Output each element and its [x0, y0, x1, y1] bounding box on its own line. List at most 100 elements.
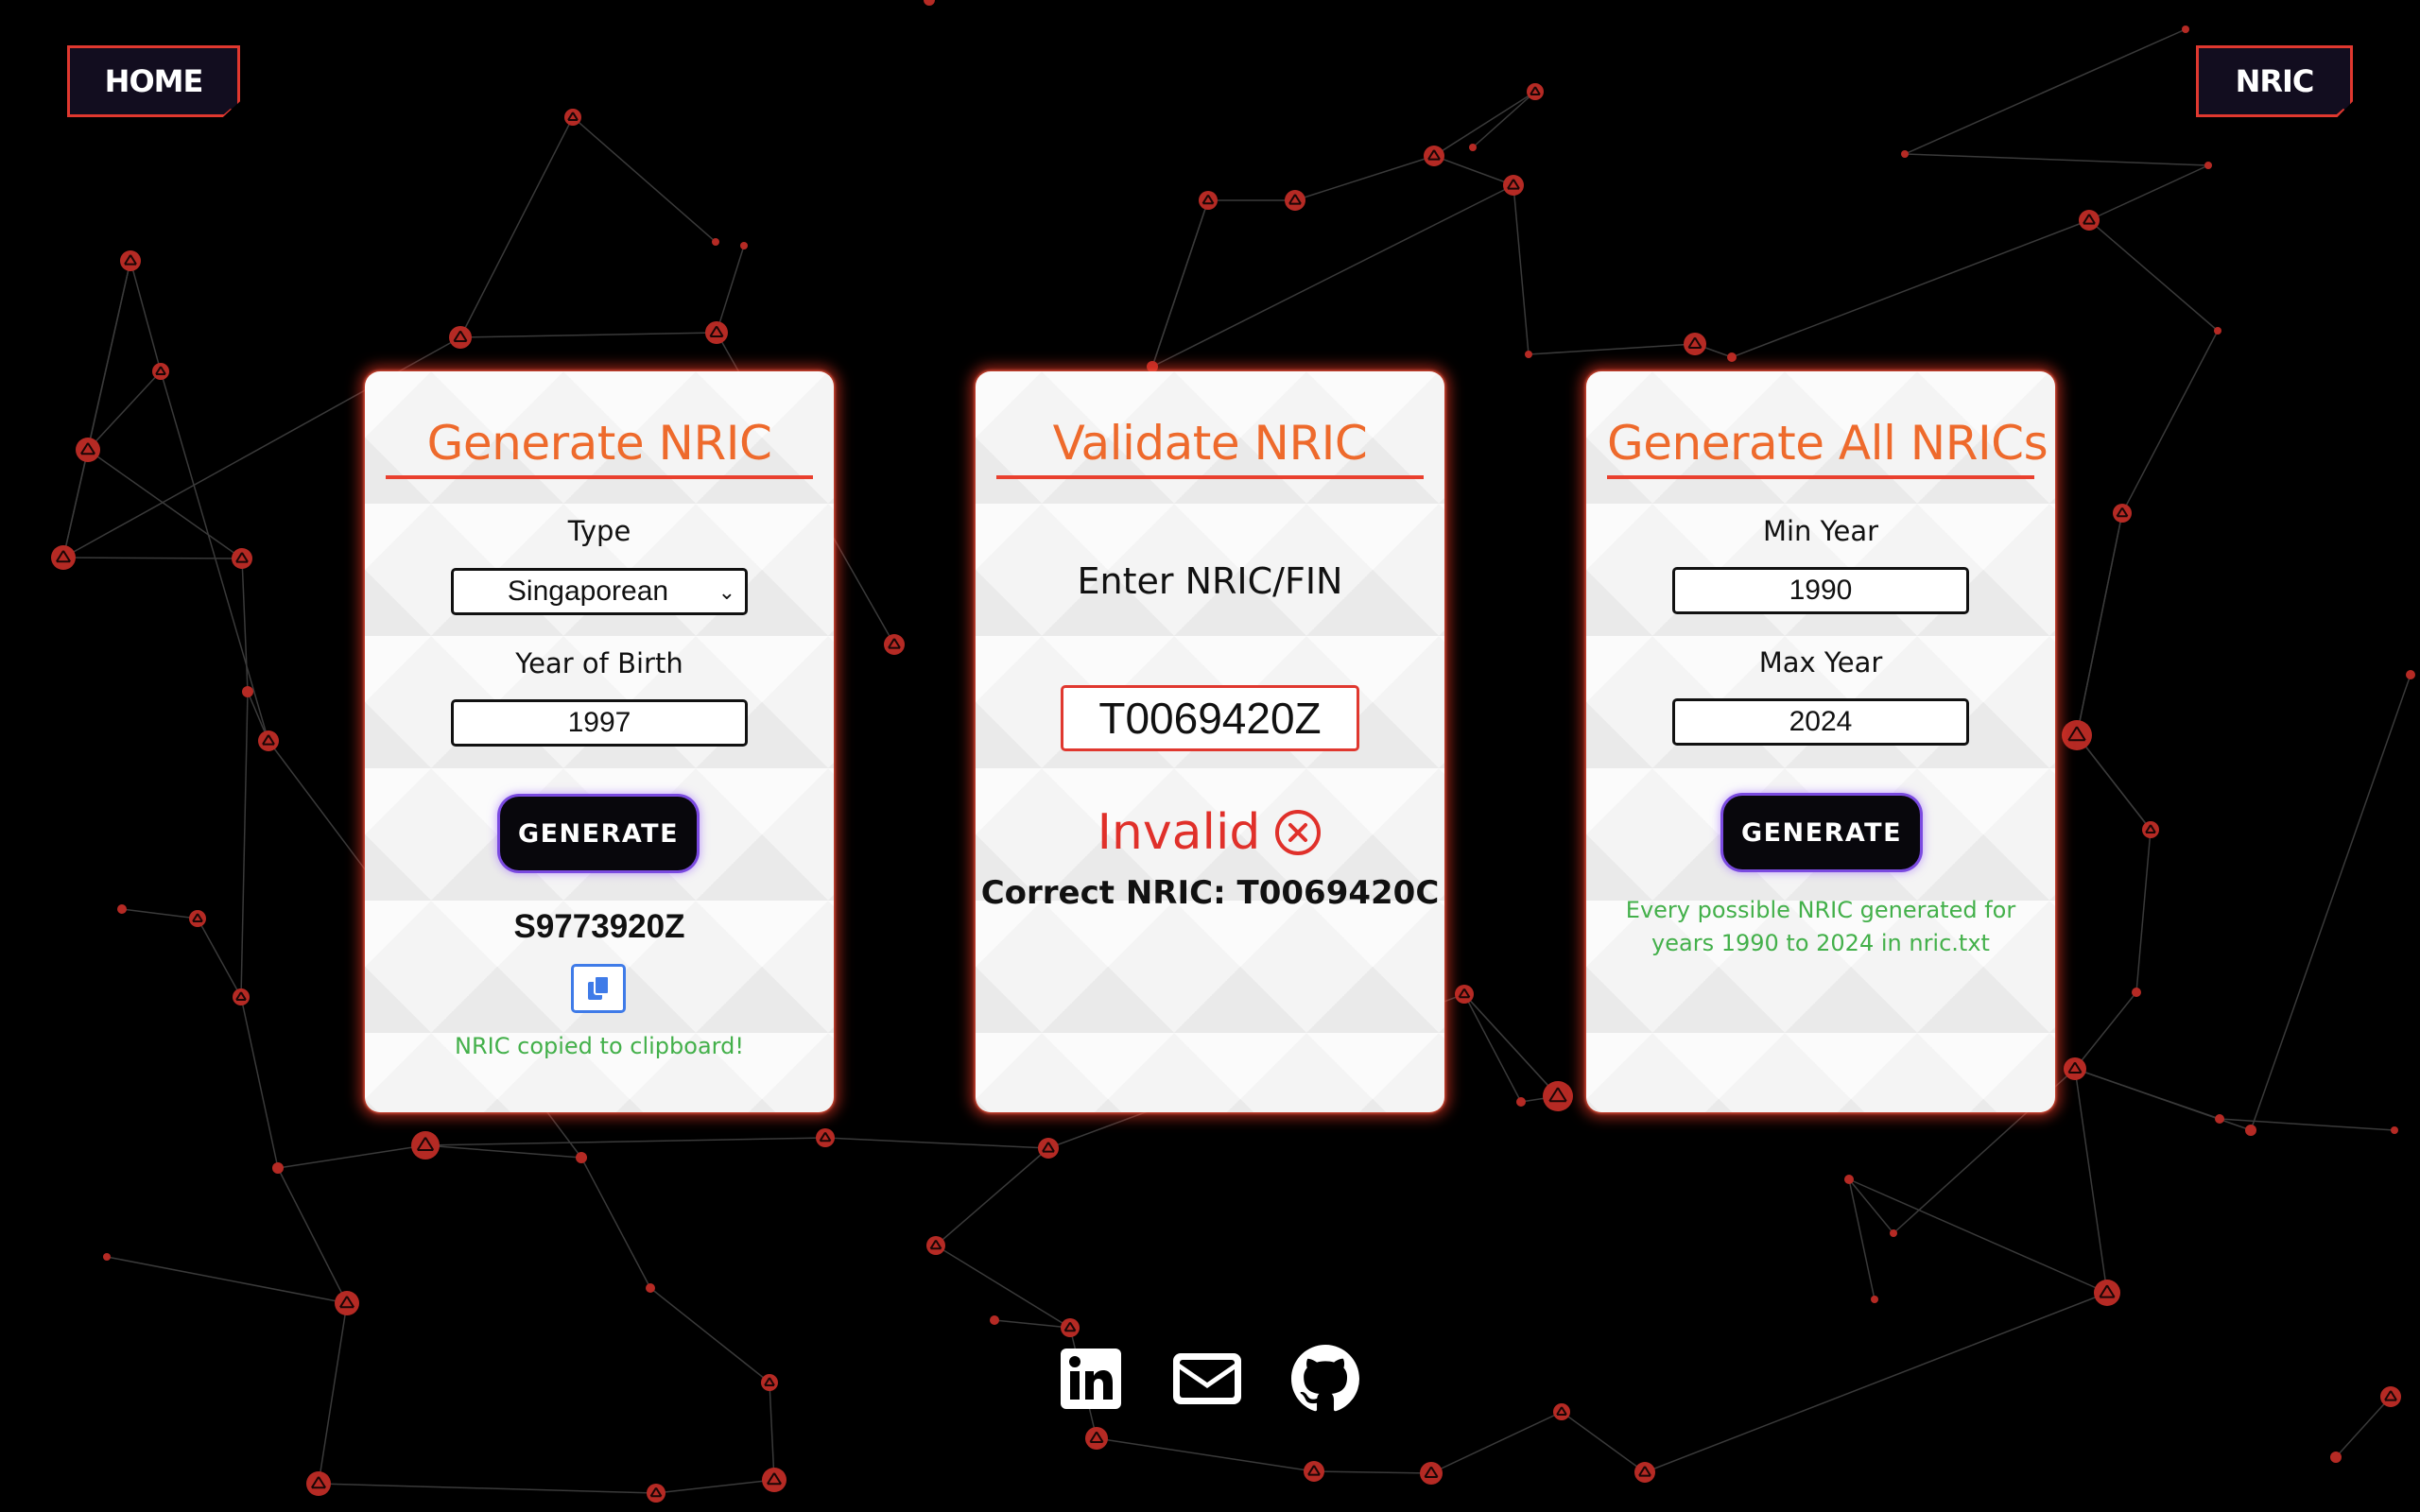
network-link	[2074, 991, 2137, 1070]
generate-nric-card: Generate NRIC Type Singaporean ⌄ Year of…	[365, 371, 834, 1112]
network-link	[1904, 28, 2187, 155]
network-node	[1901, 150, 1909, 158]
network-node	[2079, 210, 2100, 231]
network-node	[564, 109, 581, 126]
network-node	[576, 1152, 587, 1163]
network-node	[1727, 352, 1737, 362]
home-button[interactable]: HOME	[67, 45, 240, 117]
nric-fin-input[interactable]: T0069420Z	[1061, 685, 1359, 751]
network-node	[2245, 1125, 2256, 1136]
linkedin-icon	[1061, 1349, 1121, 1409]
network-link	[318, 1302, 348, 1485]
network-node	[1871, 1296, 1878, 1303]
network-node	[335, 1291, 359, 1315]
max-year-label: Max Year	[1758, 646, 1883, 679]
network-node	[2113, 504, 2132, 523]
type-select-value: Singaporean	[507, 576, 669, 607]
network-node	[1061, 1318, 1080, 1337]
close-circle-icon	[1275, 810, 1322, 855]
mail-icon	[1173, 1353, 1241, 1404]
network-link	[424, 1144, 582, 1159]
generate-button[interactable]: GENERATE	[500, 797, 697, 870]
network-node	[2391, 1126, 2398, 1134]
network-link	[1848, 1178, 1894, 1234]
network-link	[240, 996, 279, 1169]
max-year-input[interactable]: 2024	[1672, 698, 1969, 746]
network-link	[2335, 1396, 2392, 1458]
validate-nric-title: Validate NRIC	[996, 411, 1424, 479]
network-link	[121, 908, 199, 919]
nric-button[interactable]: NRIC	[2196, 45, 2353, 117]
network-node	[1516, 1097, 1526, 1107]
network-link	[277, 1167, 348, 1304]
validate-nric-card: Validate NRIC Enter NRIC/FIN T0069420Z I…	[976, 371, 1444, 1112]
network-node	[272, 1162, 284, 1174]
network-node	[2406, 670, 2415, 679]
network-node	[926, 1236, 945, 1255]
network-link	[1904, 153, 2209, 166]
copy-confirmation: NRIC copied to clipboard!	[455, 1033, 744, 1059]
min-year-label: Min Year	[1762, 515, 1879, 547]
network-node	[712, 238, 719, 246]
network-link	[1512, 184, 1530, 355]
network-node	[2064, 1057, 2086, 1080]
network-link	[1430, 1411, 1563, 1474]
network-link	[649, 1287, 770, 1383]
network-node	[411, 1131, 440, 1160]
email-link[interactable]	[1172, 1346, 1242, 1412]
network-link	[1433, 91, 1536, 157]
network-node	[1634, 1462, 1655, 1483]
network-link	[2135, 829, 2152, 993]
network-node	[258, 730, 279, 751]
generate-all-card: Generate All NRICs Min Year 1990 Max Yea…	[1586, 371, 2055, 1112]
network-node	[1525, 351, 1532, 358]
generated-nric: S9773920Z	[513, 908, 685, 945]
year-of-birth-input[interactable]: 1997	[451, 699, 748, 747]
copy-button[interactable]	[571, 964, 626, 1013]
network-node	[2215, 1114, 2224, 1124]
type-select[interactable]: Singaporean ⌄	[451, 568, 748, 615]
network-link	[1848, 1178, 1876, 1300]
network-node	[1469, 144, 1477, 151]
network-node	[2132, 988, 2141, 997]
network-link	[197, 918, 242, 998]
generate-all-message-line2: years 1990 to 2024 in nric.txt	[1651, 930, 1990, 956]
network-link	[1096, 1437, 1315, 1472]
year-of-birth-label: Year of Birth	[515, 647, 683, 679]
network-node	[1199, 191, 1218, 210]
network-link	[1463, 993, 1522, 1103]
network-link	[1151, 184, 1514, 368]
network-node	[1527, 83, 1544, 100]
network-node	[242, 686, 253, 697]
invalid-label: Invalid	[1097, 804, 1261, 861]
network-node	[1543, 1081, 1573, 1111]
generate-all-title: Generate All NRICs	[1607, 411, 2048, 479]
network-node	[1420, 1462, 1443, 1485]
chevron-down-icon: ⌄	[717, 580, 735, 604]
network-link	[87, 449, 243, 559]
network-link	[1528, 343, 1696, 355]
network-node	[189, 910, 206, 927]
network-link	[716, 245, 745, 334]
github-link[interactable]	[1291, 1345, 1359, 1412]
linkedin-link[interactable]	[1059, 1346, 1123, 1412]
network-link	[1294, 155, 1435, 201]
network-link	[1472, 91, 1536, 148]
network-link	[935, 1245, 1071, 1329]
network-node	[816, 1128, 835, 1147]
network-node	[2330, 1452, 2342, 1463]
network-link	[769, 1382, 775, 1481]
network-link	[2076, 512, 2123, 736]
type-label: Type	[567, 515, 631, 547]
copy-icon	[588, 975, 610, 1000]
github-icon	[1291, 1345, 1359, 1412]
network-node	[2380, 1386, 2401, 1407]
generate-all-button[interactable]: GENERATE	[1723, 796, 1920, 869]
network-node	[449, 326, 472, 349]
network-link	[1731, 219, 2090, 358]
network-link	[1561, 1411, 1646, 1473]
network-node	[306, 1471, 331, 1496]
min-year-input[interactable]: 1990	[1672, 567, 1969, 614]
network-link	[2076, 734, 2152, 831]
network-node	[1890, 1229, 1897, 1237]
